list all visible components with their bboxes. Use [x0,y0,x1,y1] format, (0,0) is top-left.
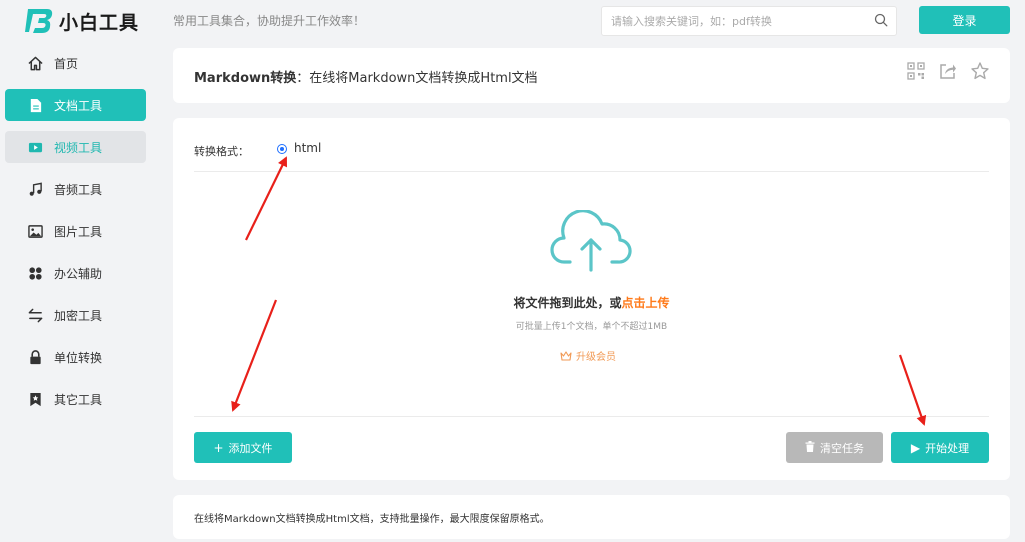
logo-mark-icon [25,9,53,33]
page-title-bold: Markdown转换 [194,71,297,86]
sidebar-item-label: 文档工具 [54,98,103,113]
video-icon [28,142,43,152]
image-icon [28,224,43,238]
sidebar-item-office[interactable]: 办公辅助 [5,257,146,289]
share-icon[interactable] [939,62,957,80]
drop-zone-text: 将文件拖到此处，或点击上传 [173,294,1010,311]
page-title: Markdown转换：在线将Markdown文档转换成Html文档 [194,67,538,86]
sidebar-item-label: 图片工具 [54,224,103,239]
clear-tasks-button[interactable]: 清空任务 [786,432,883,463]
add-file-button[interactable]: + 添加文件 [194,432,292,463]
divider [194,171,989,172]
sidebar-item-label: 加密工具 [54,308,103,323]
sidebar-item-label: 其它工具 [54,392,103,407]
format-radio-html[interactable] [277,144,287,154]
sidebar-item-label: 首页 [54,56,79,71]
upload-limit-text: 可批量上传1个文档，单个不超过1MB [515,322,668,332]
sidebar-item-documents[interactable]: 文档工具 [5,89,146,121]
star-icon[interactable] [971,62,989,80]
title-actions [907,62,989,80]
bookmark-icon [30,392,41,406]
lock-icon [30,349,41,364]
home-icon [28,56,43,70]
music-icon [29,182,42,196]
crown-icon [560,350,572,361]
login-button[interactable]: 登录 [919,6,1010,34]
sidebar-item-other[interactable]: 其它工具 [5,383,146,415]
sidebar-item-label: 音频工具 [54,182,103,197]
document-icon [30,98,42,112]
sidebar-item-video[interactable]: 视频工具 [5,131,146,163]
slogan: 常用工具集合，协助提升工作效率！ [173,14,366,28]
upload-cloud-icon[interactable] [550,210,634,274]
upgrade-link[interactable]: 升级会员 [560,348,616,363]
clear-tasks-label: 清空任务 [820,441,864,455]
search-icon[interactable] [874,13,888,27]
upload-link[interactable]: 点击上传 [622,296,670,310]
office-icon [29,266,42,280]
plus-icon: + [213,440,224,455]
trash-icon [805,440,815,455]
sidebar-item-encryption[interactable]: 加密工具 [5,299,146,331]
page-title-rest: ：在线将Markdown文档转换成Html文档 [296,71,538,86]
logo-text: 小白工具 [59,11,140,34]
format-option-label[interactable]: html [294,141,321,155]
description-text: 在线将Markdown文档转换成Html文档，支持批量操作，最大限度保留原格式。 [194,514,550,525]
search-box[interactable] [601,6,897,36]
title-card: Markdown转换：在线将Markdown文档转换成Html文档 [173,48,1010,103]
search-input[interactable] [602,7,852,35]
logo[interactable]: 小白工具 [25,4,139,38]
converter-card: 转换格式： html 将文件拖到此处，或点击上传 可批量上传1个文档，单个不超过… [173,118,1010,480]
upgrade-label: 升级会员 [576,352,616,363]
qrcode-icon[interactable] [907,62,925,80]
sidebar-item-home[interactable]: 首页 [5,47,146,79]
sidebar-item-image[interactable]: 图片工具 [5,215,146,247]
sidebar-item-audio[interactable]: 音频工具 [5,173,146,205]
description-card: 在线将Markdown文档转换成Html文档，支持批量操作，最大限度保留原格式。 [173,495,1010,539]
play-icon: ▶ [910,440,921,455]
format-label: 转换格式： [194,145,249,158]
start-button[interactable]: ▶ 开始处理 [891,432,989,463]
start-label: 开始处理 [925,441,970,455]
drop-zone-hint: 将文件拖到此处，或 [513,296,622,310]
swap-icon [28,308,43,322]
sidebar-item-label: 视频工具 [54,140,103,155]
add-file-label: 添加文件 [228,441,273,455]
sidebar-item-label: 单位转换 [54,350,103,365]
divider [194,416,989,417]
sidebar-item-label: 办公辅助 [54,266,103,281]
sidebar-item-unit-conversion[interactable]: 单位转换 [5,341,146,373]
